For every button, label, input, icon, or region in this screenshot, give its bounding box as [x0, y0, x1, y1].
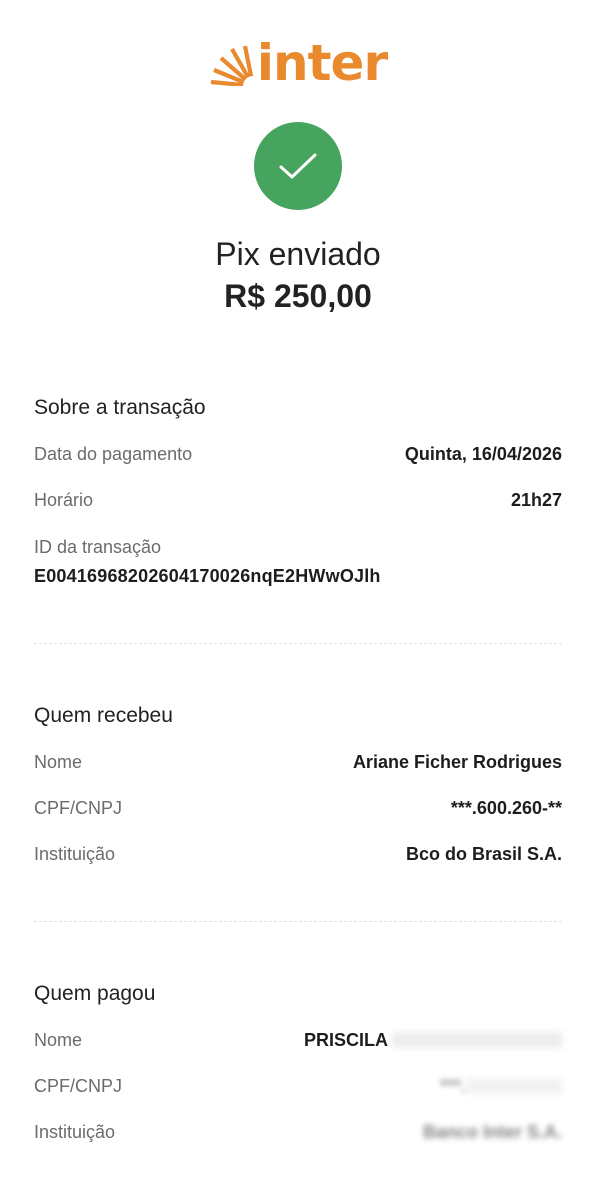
- section-title-receiver: Quem recebeu: [34, 704, 173, 727]
- payer-bank-value: Banco Inter S.A.: [422, 1122, 562, 1142]
- payer-document-value: ***.: [440, 1076, 562, 1097]
- receiver-name-row: Nome Ariane Ficher Rodrigues: [34, 752, 562, 773]
- page-title: Pix enviado: [215, 236, 381, 272]
- payer-name-value: PRISCILA: [304, 1030, 562, 1051]
- payer-document-row: CPF/CNPJ ***.: [34, 1076, 562, 1097]
- redacted-block: [392, 1032, 562, 1048]
- payment-time-label: Horário: [34, 490, 94, 510]
- section-title-transaction: Sobre a transação: [34, 396, 206, 419]
- receiver-bank-value: Bco do Brasil S.A.: [405, 844, 562, 864]
- receiver-bank-label: Instituição: [34, 844, 116, 864]
- payment-time-row: Horário 21h27: [34, 490, 562, 511]
- receiver-name-label: Nome: [34, 752, 83, 772]
- redacted-block: [466, 1078, 562, 1094]
- receiver-document-value: ***.600.260-**: [450, 798, 562, 818]
- receiver-bank-row: Instituição Bco do Brasil S.A.: [34, 844, 562, 865]
- payer-document-text: ***.: [439, 1076, 466, 1096]
- payment-date-row: Data do pagamento Quinta, 16/04/2026: [34, 444, 562, 465]
- section-divider: [34, 921, 562, 922]
- payer-name-text: PRISCILA: [303, 1030, 388, 1050]
- success-check-badge: [254, 122, 342, 210]
- payment-date-value: Quinta, 16/04/2026: [404, 444, 562, 464]
- receiver-name-value: Ariane Ficher Rodrigues: [352, 752, 562, 772]
- transaction-id-label: ID da transação: [34, 537, 162, 557]
- payer-bank-row: Instituição Banco Inter S.A.: [34, 1122, 562, 1143]
- payer-name-label: Nome: [34, 1030, 83, 1050]
- payer-name-row: Nome PRISCILA: [34, 1030, 562, 1051]
- receiver-document-label: CPF/CNPJ: [34, 798, 123, 818]
- brand-name: inter: [256, 34, 388, 92]
- payer-document-label: CPF/CNPJ: [34, 1076, 123, 1096]
- payment-date-label: Data do pagamento: [34, 444, 193, 464]
- brand-logo: inter: [0, 38, 596, 88]
- checkmark-icon: [279, 153, 317, 179]
- payer-bank-label: Instituição: [34, 1122, 116, 1142]
- transfer-amount: R$ 250,00: [224, 278, 372, 314]
- receiver-document-row: CPF/CNPJ ***.600.260-**: [34, 798, 562, 819]
- transaction-id-value[interactable]: E00416968202604170026nqE2HWwOJlh: [34, 566, 381, 587]
- section-title-payer: Quem pagou: [34, 982, 156, 1005]
- payment-time-value: 21h27: [510, 490, 562, 510]
- section-divider: [34, 643, 562, 644]
- sun-rays-icon: [210, 46, 255, 86]
